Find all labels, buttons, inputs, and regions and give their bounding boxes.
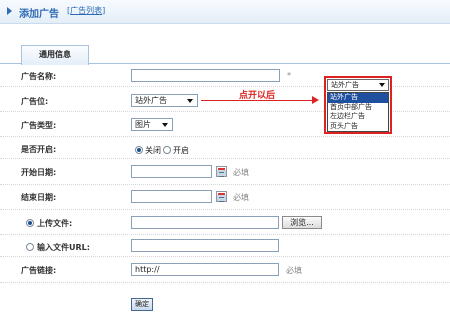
radio-off-label: 关闭 xyxy=(145,146,161,155)
position-dropdown-value: 站外广告 xyxy=(331,81,359,89)
tab-general-info[interactable]: 通用信息 xyxy=(21,45,89,65)
calendar-icon[interactable] xyxy=(216,191,227,202)
name-label: 广告名称: xyxy=(21,72,57,81)
form-row-file-url: 输入文件URL: xyxy=(0,235,450,257)
radio-file-url[interactable] xyxy=(26,243,34,251)
ad-position-select[interactable]: 站外广告 xyxy=(131,94,198,107)
ad-list-link[interactable]: [广告列表] xyxy=(67,5,105,16)
required-label: 必填 xyxy=(286,266,302,275)
form-row-enabled: 是否开启: 关闭 开启 xyxy=(0,137,450,159)
file-url-label: 输入文件URL: xyxy=(37,243,90,252)
option-home-middle-ad[interactable]: 首页中部广告 xyxy=(328,103,388,113)
submit-button[interactable]: 确定 xyxy=(131,298,153,311)
form-row-link: 广告链接: http:// 必填 xyxy=(0,257,450,283)
form-row-end-date: 结束日期: 必填 xyxy=(0,185,450,210)
position-options-list: 站外广告 首页中部广告 左边栏广告 页头广告 xyxy=(327,92,389,132)
browse-button[interactable]: 浏览... xyxy=(282,216,322,229)
option-left-sidebar-ad[interactable]: 左边栏广告 xyxy=(328,112,388,122)
required-label: 必填 xyxy=(233,193,249,202)
end-date-input[interactable] xyxy=(131,190,212,203)
required-asterisk: * xyxy=(287,71,291,80)
ad-type-select[interactable]: 图片 xyxy=(131,118,173,131)
required-label: 必填 xyxy=(233,168,249,177)
enabled-label: 是否开启: xyxy=(21,145,57,154)
position-dropdown-popup: 站外广告 站外广告 首页中部广告 左边栏广告 页头广告 xyxy=(324,76,392,134)
chevron-down-icon xyxy=(162,123,168,127)
upload-label: 上传文件: xyxy=(37,219,73,228)
option-offsite-ad[interactable]: 站外广告 xyxy=(328,93,388,103)
form-row-start-date: 开始日期: 必填 xyxy=(0,159,450,185)
arrow-right-icon xyxy=(7,7,12,15)
radio-upload[interactable] xyxy=(26,219,34,227)
page-title: 添加广告 xyxy=(19,9,59,20)
radio-on-label: 开启 xyxy=(173,146,189,155)
radio-off[interactable] xyxy=(135,146,143,154)
calendar-icon[interactable] xyxy=(216,166,227,177)
start-date-label: 开始日期: xyxy=(21,168,57,177)
link-label: 广告链接: xyxy=(21,266,57,275)
ad-position-value: 站外广告 xyxy=(135,96,167,105)
end-date-label: 结束日期: xyxy=(21,193,57,202)
tab-bar: 通用信息 xyxy=(0,45,450,65)
ad-list-link-label[interactable]: 广告列表 xyxy=(70,6,102,15)
chevron-down-icon xyxy=(379,83,385,87)
chevron-down-icon xyxy=(187,99,193,103)
file-url-input[interactable] xyxy=(131,239,279,252)
form-row-upload: 上传文件: 浏览... xyxy=(0,210,450,235)
radio-on[interactable] xyxy=(163,146,171,154)
annotation-text: 点开以后 xyxy=(239,91,276,101)
ad-type-value: 图片 xyxy=(135,120,151,129)
ad-link-input[interactable]: http:// xyxy=(131,263,279,276)
position-label: 广告位: xyxy=(21,97,49,106)
type-label: 广告类型: xyxy=(21,121,57,130)
option-header-ad[interactable]: 页头广告 xyxy=(328,122,388,132)
upload-file-input[interactable] xyxy=(131,216,279,229)
page-header: 添加广告 [广告列表] xyxy=(0,0,450,24)
position-dropdown-select[interactable]: 站外广告 xyxy=(327,79,389,91)
ad-name-input[interactable] xyxy=(131,69,280,82)
start-date-input[interactable] xyxy=(131,165,212,178)
